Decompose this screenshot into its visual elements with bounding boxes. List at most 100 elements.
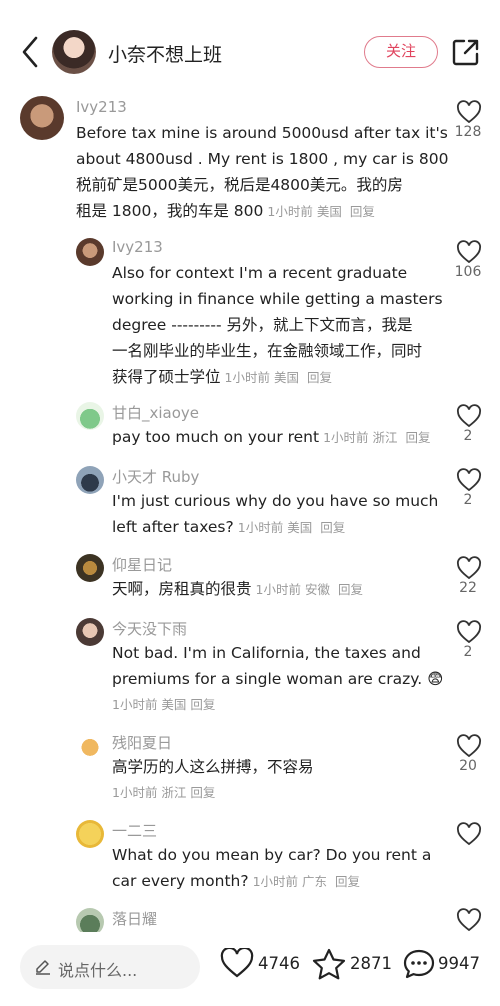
like-count: 128: [454, 124, 482, 140]
comment-bubble-icon[interactable]: [402, 948, 436, 980]
comment-meta: 1小时前 浙江 回复: [323, 430, 430, 445]
comment-line: I'm just curious why do you have so much: [112, 492, 439, 510]
comment-text: What do you mean by car? Do you rent a c…: [112, 842, 442, 895]
commenter-name[interactable]: 一二三: [112, 820, 157, 841]
comment-text: 高学历的人这么拼搏，不容易 1小时前 浙江 回复: [112, 754, 442, 806]
comment-line: 高学历的人这么拼搏，不容易: [112, 758, 314, 776]
comment-line: Also for context I'm a recent graduate: [112, 264, 408, 282]
back-chevron-icon[interactable]: [18, 34, 42, 70]
comment-location: 美国: [316, 204, 342, 219]
like-count: 20: [459, 758, 477, 774]
star-icon[interactable]: [312, 948, 346, 980]
reply-button[interactable]: 回复: [335, 874, 360, 889]
commenter-name[interactable]: 今天没下雨: [112, 618, 187, 639]
comment-line-text: left after taxes?: [112, 518, 234, 536]
commenter-name[interactable]: 仰星日记: [112, 554, 172, 575]
comment-line: 租是 1800，我的车是 800 1小时前 美国 回复: [76, 198, 436, 225]
commenter-avatar[interactable]: [76, 820, 104, 848]
heart-icon[interactable]: [456, 620, 482, 644]
heart-icon[interactable]: [456, 100, 482, 124]
like-count: 2: [463, 428, 473, 444]
comment-input[interactable]: 说点什么...: [20, 945, 200, 989]
comment-time: 1小时前: [255, 582, 301, 597]
commenter-name[interactable]: 甘白_xiaoye: [112, 402, 199, 423]
comment-time: 1小时前: [224, 370, 270, 385]
commenter-name[interactable]: Ivy213: [76, 98, 127, 116]
comment-line: premiums for a single woman are crazy. 😨: [112, 670, 444, 688]
comment-text: 天啊，房租真的很贵 1小时前 安徽 回复: [112, 576, 442, 603]
bottom-action-bar: 说点什么... 4746 2871 9947: [0, 932, 500, 1006]
follow-button[interactable]: 关注: [364, 36, 438, 68]
commenter-avatar[interactable]: [76, 618, 104, 646]
comment-line: What do you mean by car? Do you rent a: [112, 846, 432, 864]
comment-location: 广东: [302, 874, 328, 889]
comment-line-text: 天啊，房租真的很贵: [112, 580, 252, 598]
total-comments: 9947: [438, 954, 480, 973]
comment-text: Before tax mine is around 5000usd after …: [76, 120, 449, 225]
commenter-avatar[interactable]: [76, 554, 104, 582]
commenter-avatar[interactable]: [20, 96, 64, 140]
pencil-icon: [36, 960, 50, 975]
reply-button[interactable]: 回复: [338, 582, 363, 597]
comment-time: 1小时前: [267, 204, 313, 219]
comment-line: working in finance while getting a maste…: [112, 290, 443, 308]
commenter-name[interactable]: 残阳夏日: [112, 732, 172, 753]
comment-location: 安徽: [304, 582, 330, 597]
heart-icon[interactable]: [456, 404, 482, 428]
comment-line: Before tax mine is around 5000usd after …: [76, 124, 448, 142]
heart-icon[interactable]: [220, 948, 254, 978]
comment-list[interactable]: Ivy213 Before tax mine is around 5000usd…: [0, 92, 500, 932]
comment-line-text: car every month?: [112, 872, 249, 890]
commenter-name[interactable]: Ivy213: [112, 238, 163, 256]
reply-button[interactable]: 回复: [350, 204, 375, 219]
comment-line: Not bad. I'm in California, the taxes an…: [112, 644, 421, 662]
comment-line: 获得了硕士学位 1小时前 美国 回复: [112, 364, 442, 391]
comment-line: pay too much on your rent 1小时前 浙江 回复: [112, 424, 442, 451]
commenter-avatar[interactable]: [76, 732, 104, 760]
heart-icon[interactable]: [456, 822, 482, 846]
total-favorites: 2871: [350, 954, 392, 973]
comment-location: 浙江: [372, 430, 398, 445]
comment-meta: 1小时前 安徽 回复: [256, 582, 363, 597]
comment-time: 1小时前: [252, 874, 299, 889]
share-icon[interactable]: [452, 38, 480, 66]
comment-line: degree --------- 另外，就上下文而言，我是: [112, 316, 413, 334]
comment-meta: 1小时前 广东 回复: [253, 874, 360, 889]
comment-meta: 1小时前 美国 回复: [238, 520, 345, 535]
reply-button[interactable]: 回复: [406, 430, 431, 445]
comment-line-text: pay too much on your rent: [112, 428, 320, 446]
comment-line: left after taxes? 1小时前 美国 回复: [112, 514, 442, 541]
comment-meta: 1小时前 美国 回复: [112, 697, 216, 712]
commenter-avatar[interactable]: [76, 402, 104, 430]
comment-meta: 1小时前 浙江 回复: [112, 785, 216, 800]
comment-line-text: 获得了硕士学位: [112, 368, 221, 386]
heart-icon[interactable]: [456, 468, 482, 492]
commenter-avatar[interactable]: [76, 238, 104, 266]
author-avatar[interactable]: [52, 30, 96, 74]
like-count: 106: [454, 264, 482, 280]
total-likes: 4746: [258, 954, 300, 973]
comment-line: about 4800usd . My rent is 1800 , my car…: [76, 150, 449, 168]
commenter-name[interactable]: 落日耀: [112, 908, 157, 929]
comment-line: car every month? 1小时前 广东 回复: [112, 868, 442, 895]
comment-time: 1小时前: [323, 430, 369, 445]
reply-button[interactable]: 回复: [320, 520, 345, 535]
commenter-avatar[interactable]: [76, 466, 104, 494]
author-name[interactable]: 小奈不想上班: [108, 40, 222, 67]
heart-icon[interactable]: [456, 734, 482, 758]
comment-text: Not bad. I'm in California, the taxes an…: [112, 640, 444, 718]
comment-location: 美国: [273, 370, 299, 385]
like-count: 2: [463, 492, 473, 508]
comment-time: 1小时前: [237, 520, 284, 535]
heart-icon[interactable]: [456, 240, 482, 264]
commenter-name[interactable]: 小天才 Ruby: [112, 466, 199, 487]
reply-button[interactable]: 回复: [307, 370, 332, 385]
comment-text: pay too much on your rent 1小时前 浙江 回复: [112, 424, 442, 451]
comment-line: 一名刚毕业的毕业生，在金融领域工作，同时: [112, 342, 423, 360]
comment-line: 税前矿是5000美元，税后是4800美元。我的房: [76, 176, 403, 194]
like-count: 22: [459, 580, 477, 596]
like-count: 2: [463, 644, 473, 660]
heart-icon[interactable]: [456, 556, 482, 580]
commenter-avatar[interactable]: [76, 908, 104, 932]
heart-icon[interactable]: [456, 908, 482, 932]
